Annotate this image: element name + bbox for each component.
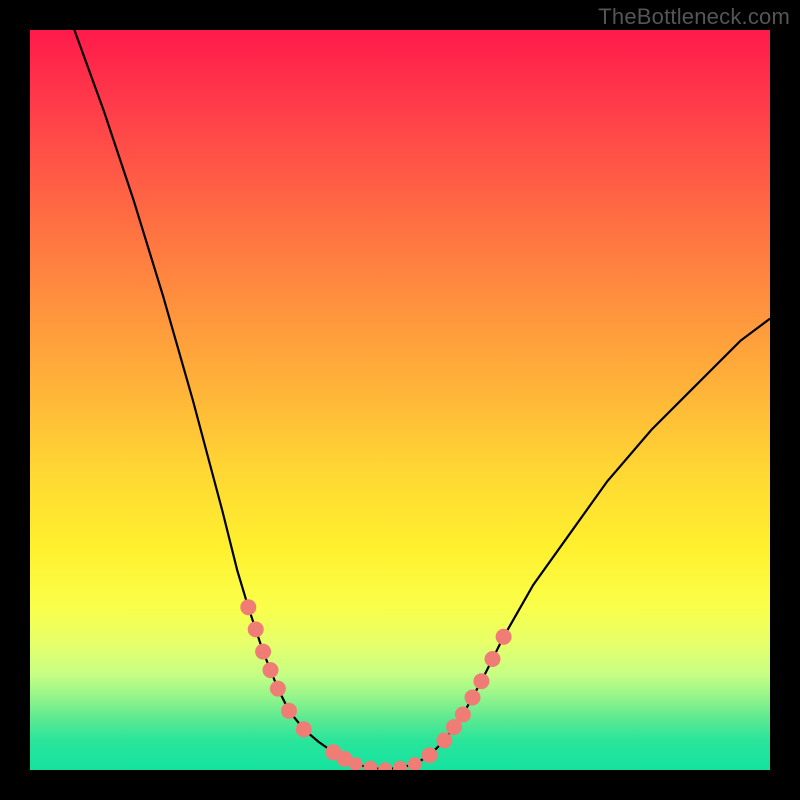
data-marker (422, 747, 438, 763)
data-marker (281, 703, 297, 719)
plot-area (30, 30, 770, 770)
data-marker (408, 757, 422, 770)
data-marker (436, 732, 452, 748)
data-marker (255, 644, 271, 660)
data-marker (465, 689, 481, 705)
curve-layer (30, 30, 770, 770)
data-marker (473, 673, 489, 689)
data-marker (378, 762, 392, 770)
bottleneck-curve (74, 30, 770, 769)
data-marker (496, 629, 512, 645)
data-marker (393, 761, 407, 770)
data-marker (263, 662, 279, 678)
data-marker (485, 651, 501, 667)
data-marker (296, 721, 312, 737)
data-marker (248, 621, 264, 637)
watermark-text: TheBottleneck.com (598, 4, 790, 30)
data-marker (455, 707, 471, 723)
data-marker (363, 761, 377, 770)
data-marker (240, 599, 256, 615)
data-marker (270, 681, 286, 697)
chart-frame: TheBottleneck.com (0, 0, 800, 800)
